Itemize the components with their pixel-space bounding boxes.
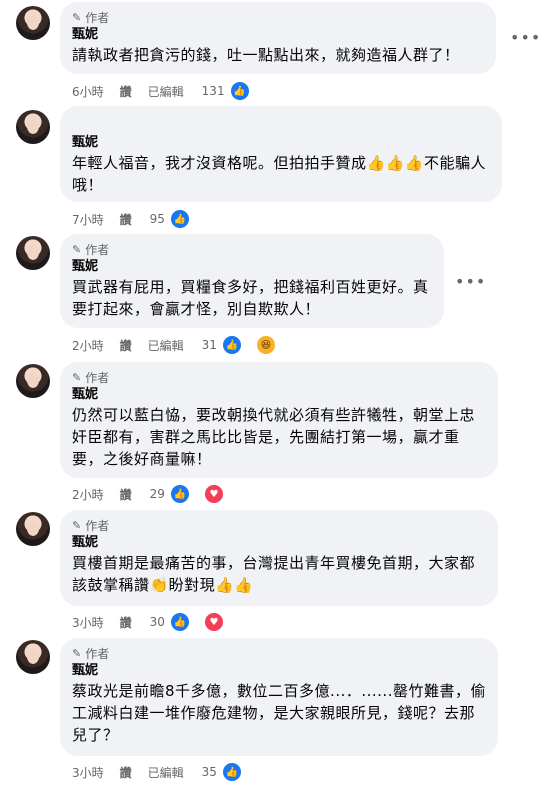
reaction-summary[interactable]: 31 👍 😆 [202,334,293,356]
like-button[interactable]: 讚 [120,486,132,503]
like-button[interactable]: 讚 [120,337,132,354]
pen-icon: ✎ [72,646,82,660]
like-button[interactable]: 讚 [120,211,132,228]
commenter-name[interactable]: 甄妮 [72,258,432,276]
comment-text: 請執政者把貪污的錢，吐一點點出來，就夠造福人群了！ [72,46,460,64]
edited-label[interactable]: 已編輯 [148,83,184,100]
comment-bubble: ✎ 作者 甄妮 買樓首期是最痛苦的事，台灣提出青年買樓免首期，大家都該鼓掌稱讚👏盼… [60,510,498,606]
comment-text: 買樓首期是最痛苦的事，台灣提出青年買樓免首期，大家都該鼓掌稱讚👏盼對現👍👍 [72,554,476,594]
timestamp[interactable]: 3小時 [72,614,104,631]
commenter-name[interactable]: 甄妮 [72,26,484,44]
commenter-name[interactable]: 甄妮 [72,662,486,680]
like-button[interactable]: 讚 [120,614,132,631]
reaction-count: 95 [149,212,165,226]
like-reaction-icon: 👍 [220,761,243,783]
reaction-summary[interactable]: 35 👍 [202,761,259,783]
reaction-count: 35 [201,765,217,779]
comment-meta: 7小時 讚 95 👍 [72,208,223,230]
reaction-summary[interactable]: 30 👍 ♥ [150,611,241,633]
edited-label[interactable]: 已編輯 [148,337,184,354]
like-reaction-icon: 👍 [228,80,251,102]
comment-bubble: 甄妮 年輕人福音，我才沒資格呢。但拍拍手贊成👍👍👍不能騙人哦！ [60,106,502,202]
reaction-summary[interactable]: 95 👍 [150,208,207,230]
love-reaction-icon: ♥ [202,483,225,505]
author-badge: 作者 [85,518,110,533]
reaction-count: 29 [149,487,165,501]
comment-text: 買武器有屁用，買糧食多好，把錢福利百姓更好。真要打起來，會贏才怪，別自欺欺人！ [72,278,429,318]
comment-meta: 3小時 讚 已編輯 35 👍 [72,761,275,783]
avatar[interactable] [16,6,50,40]
comment-meta: 2小時 讚 29 👍 ♥ [72,483,257,505]
timestamp[interactable]: 7小時 [72,211,104,228]
pen-icon: ✎ [72,242,82,256]
commenter-name[interactable]: 甄妮 [72,134,490,152]
haha-reaction-icon: 😆 [254,334,277,356]
comment-bubble: ✎ 作者 甄妮 請執政者把貪污的錢，吐一點點出來，就夠造福人群了！ [60,2,496,74]
comment-bubble: ✎ 作者 甄妮 仍然可以藍白恊，要改朝換代就必須有些許犧牲，朝堂上忠奸臣都有，害群… [60,362,498,478]
reaction-summary[interactable]: 131 👍 [202,80,267,102]
timestamp[interactable]: 2小時 [72,486,104,503]
edited-label[interactable]: 已編輯 [148,764,184,781]
like-reaction-icon: 👍 [168,611,191,633]
timestamp[interactable]: 6小時 [72,83,104,100]
like-button[interactable]: 讚 [120,83,132,100]
like-reaction-icon: 👍 [168,208,191,230]
reaction-count: 30 [149,615,165,629]
more-options-icon[interactable]: ••• [455,272,486,291]
author-badge: 作者 [85,370,110,385]
avatar[interactable] [16,512,50,546]
reaction-count: 131 [201,84,225,98]
avatar[interactable] [16,110,50,144]
author-badge: 作者 [85,10,110,25]
avatar[interactable] [16,640,50,674]
comment-bubble: ✎ 作者 甄妮 買武器有屁用，買糧食多好，把錢福利百姓更好。真要打起來，會贏才怪，… [60,234,444,328]
author-badge: 作者 [85,646,110,661]
like-reaction-icon: 👍 [168,483,191,505]
pen-icon: ✎ [72,10,82,24]
like-button[interactable]: 讚 [120,764,132,781]
more-options-icon[interactable]: ••• [510,28,541,47]
like-reaction-icon: 👍 [220,334,243,356]
commenter-name[interactable]: 甄妮 [72,534,486,552]
pen-icon: ✎ [72,518,82,532]
avatar[interactable] [16,236,50,270]
timestamp[interactable]: 2小時 [72,337,104,354]
timestamp[interactable]: 3小時 [72,764,104,781]
comment-meta: 2小時 讚 已編輯 31 👍 😆 [72,334,309,356]
love-reaction-icon: ♥ [202,611,225,633]
pen-icon: ✎ [72,370,82,384]
comment-text: 蔡政光是前瞻8千多億，數位二百多億...．......罄竹難書，偷工減料白建一堆… [72,682,486,744]
author-badge: 作者 [85,242,110,257]
comment-meta: 3小時 讚 30 👍 ♥ [72,611,257,633]
comment-meta: 6小時 讚 已編輯 131 👍 [72,80,283,102]
commenter-name[interactable]: 甄妮 [72,386,486,404]
avatar[interactable] [16,364,50,398]
comment-text: 年輕人福音，我才沒資格呢。但拍拍手贊成👍👍👍不能騙人哦！ [72,154,487,194]
reaction-summary[interactable]: 29 👍 ♥ [150,483,241,505]
reaction-count: 31 [201,338,217,352]
comment-text: 仍然可以藍白恊，要改朝換代就必須有些許犧牲，朝堂上忠奸臣都有，害群之馬比比皆是，… [72,406,476,468]
comment-bubble: ✎ 作者 甄妮 蔡政光是前瞻8千多億，數位二百多億...．......罄竹難書，偷… [60,638,498,756]
